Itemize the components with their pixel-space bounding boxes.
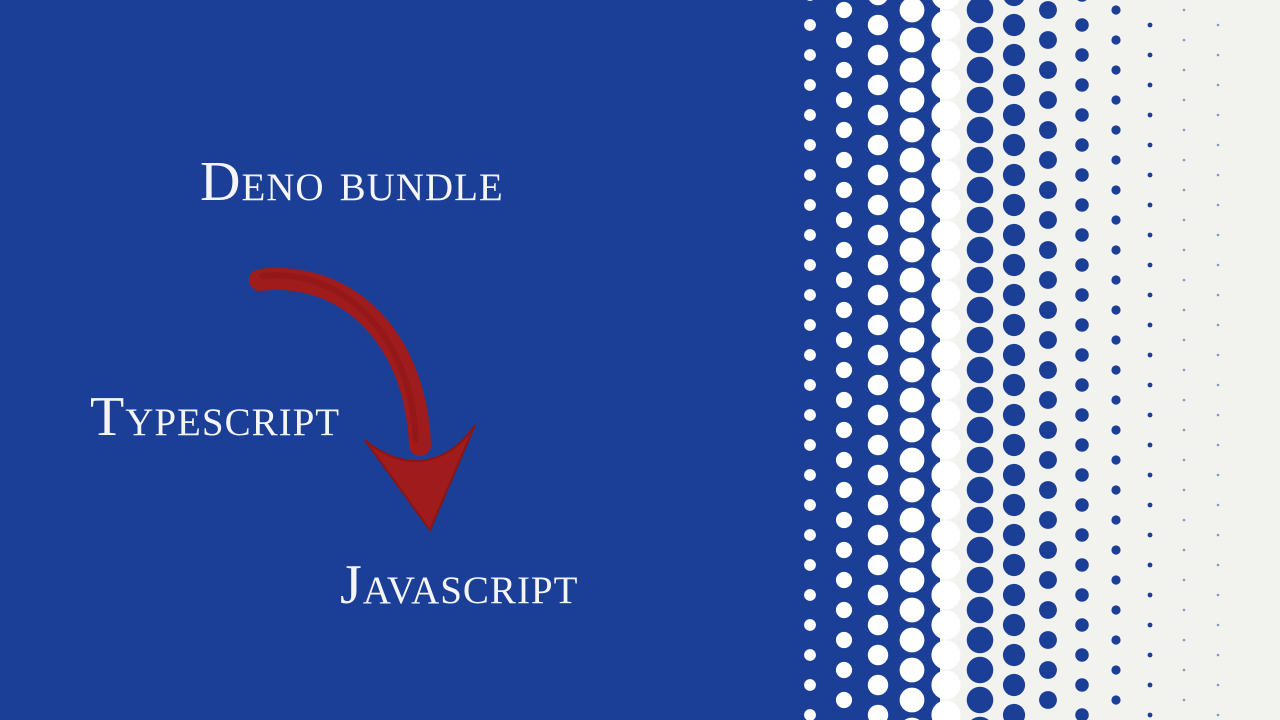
- diagram-canvas: Deno bundle Typescript Javascript: [0, 0, 1280, 720]
- diagram-title: Deno bundle: [200, 150, 504, 214]
- target-label: Javascript: [340, 553, 578, 617]
- source-label: Typescript: [90, 385, 340, 449]
- halftone-dots-icon: [780, 0, 1280, 720]
